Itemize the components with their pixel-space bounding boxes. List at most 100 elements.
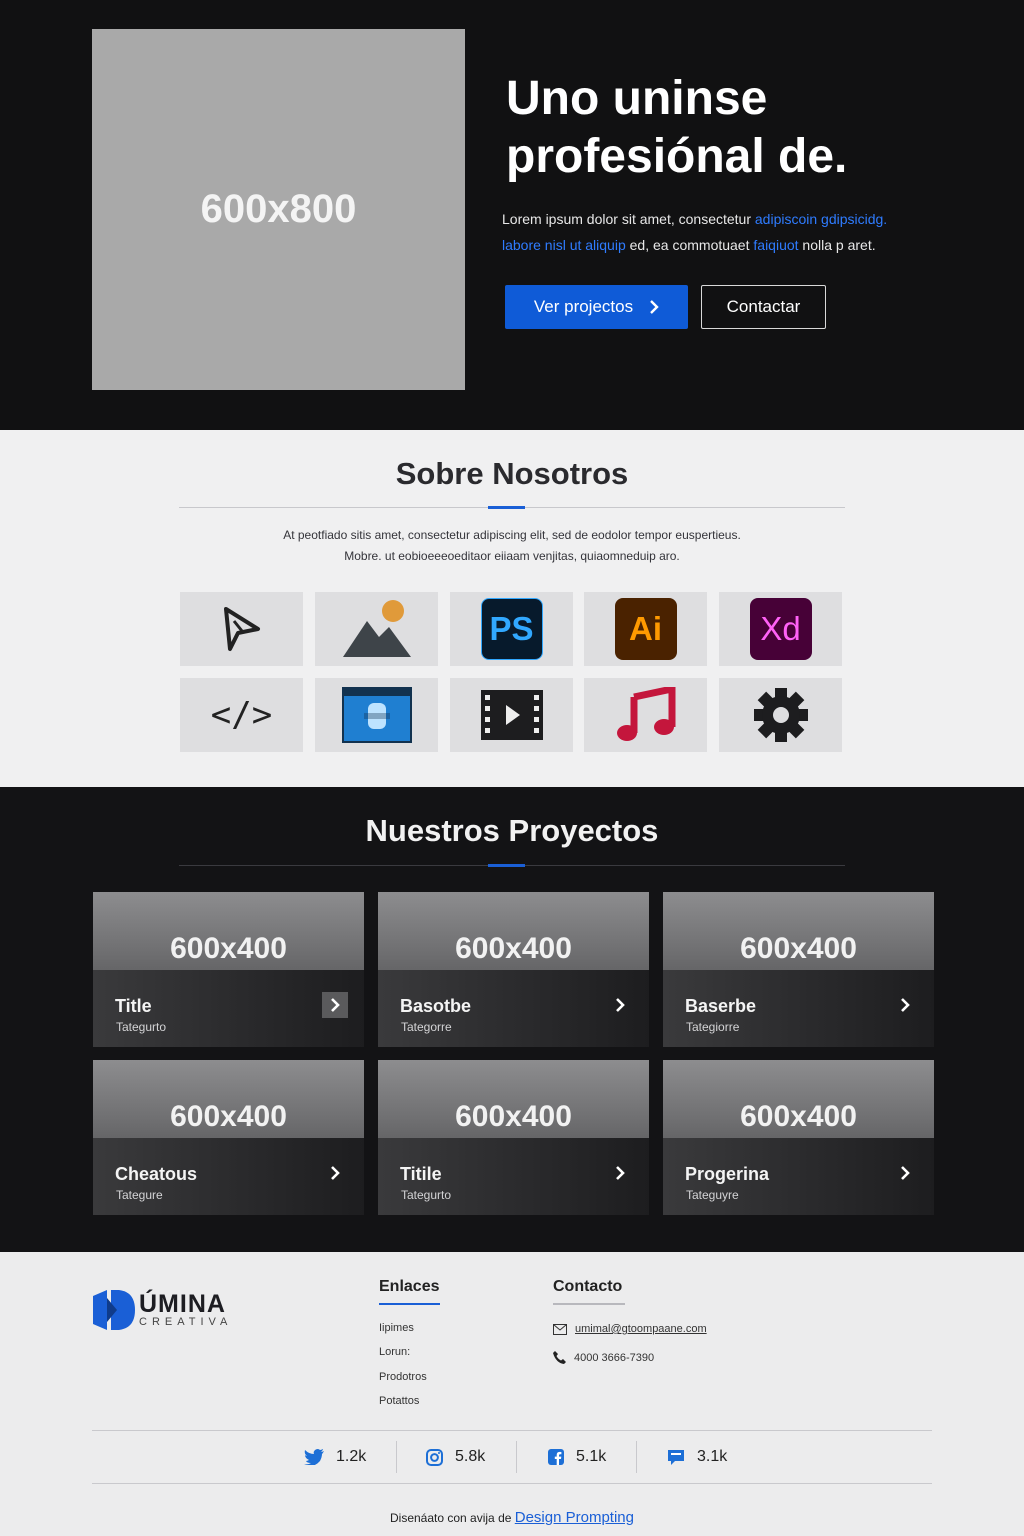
hero-text-link-3[interactable]: faiqiuot	[753, 237, 798, 253]
chevron-right-icon[interactable]	[322, 1160, 348, 1186]
twitter-icon	[304, 1449, 324, 1465]
chevron-right-icon[interactable]	[892, 1160, 918, 1186]
facebook-icon	[548, 1449, 564, 1465]
tool-tile-photoshop[interactable]: PS	[450, 592, 573, 666]
projects-divider	[179, 864, 845, 867]
hero-title-line2: profesiónal de.	[506, 130, 848, 183]
project-title: Titile	[400, 1164, 442, 1184]
hero-text-link-2[interactable]: labore nisl ut aliquip	[502, 237, 626, 253]
social-separator	[396, 1441, 397, 1473]
film-icon	[480, 690, 543, 740]
project-title: Progerina	[685, 1164, 770, 1184]
contact-heading-underline	[553, 1303, 625, 1305]
tool-tile-film[interactable]	[450, 678, 573, 752]
tool-tile-settings[interactable]	[719, 678, 842, 752]
project-category: Tategorre	[401, 1020, 452, 1034]
hero-text-3: nolla p aret.	[798, 237, 876, 253]
project-image-placeholder: 600x400	[455, 1100, 572, 1133]
project-title: Baserbe	[685, 996, 757, 1016]
social-twitter[interactable]: 1.2k	[304, 1448, 366, 1466]
twitter-count: 1.2k	[336, 1448, 367, 1465]
project-title: Title	[115, 996, 152, 1016]
projects-section: Nuestros Proyectos 600x400 Title Tategur…	[0, 787, 1024, 1252]
hero-image-placeholder: 600x800	[92, 29, 465, 390]
footer-link[interactable]: Prodotros	[379, 1371, 427, 1383]
project-category: Tategurto	[401, 1188, 452, 1202]
tool-tile-browser[interactable]	[315, 678, 438, 752]
project-card[interactable]: 600x400 Cheatous Tategure	[93, 1060, 364, 1215]
chevron-right-icon[interactable]	[607, 992, 633, 1018]
project-category: Tategure	[116, 1188, 163, 1202]
contact-email[interactable]: umimal@gtoompaane.com	[553, 1323, 707, 1335]
tool-tile-illustrator[interactable]: Ai	[584, 592, 707, 666]
chevron-right-icon[interactable]	[607, 1160, 633, 1186]
hero-text-2: ed, ea commotuaet	[625, 237, 754, 253]
project-card[interactable]: 600x400 Titile Tategurto	[378, 1060, 649, 1215]
logo-mark-icon	[93, 1290, 135, 1330]
project-card[interactable]: 600x400 Baserbe Tategiorre	[663, 892, 934, 1047]
view-projects-button[interactable]: Ver projectos	[505, 285, 688, 329]
links-heading: Enlaces	[379, 1278, 440, 1295]
hero-text-link-1[interactable]: adipiscoin gdipsicidg.	[755, 211, 887, 227]
social-separator	[636, 1441, 637, 1473]
about-section: Sobre Nosotros At peotfiado sitis amet, …	[0, 430, 1024, 787]
instagram-count: 5.8k	[455, 1448, 486, 1465]
project-card[interactable]: 600x400 Title Tategurto	[93, 892, 364, 1047]
hero-section: 600x800 Uno uninse profesiónal de. Lorem…	[0, 0, 1024, 430]
footer-link[interactable]: Potattos	[379, 1395, 419, 1407]
project-title: Basotbe	[400, 996, 472, 1016]
code-icon: </>	[210, 695, 273, 735]
hero-title-line1: Uno uninse	[506, 72, 768, 125]
project-title: Cheatous	[115, 1164, 198, 1184]
project-image-placeholder: 600x400	[170, 1100, 287, 1133]
social-facebook[interactable]: 5.1k	[548, 1448, 606, 1466]
contact-heading: Contacto	[553, 1278, 623, 1295]
project-card[interactable]: 600x400 Basotbe Tategorre	[378, 892, 649, 1047]
chevron-right-icon[interactable]	[322, 992, 348, 1018]
photoshop-icon: PS	[480, 598, 543, 660]
hero-text-1: Lorem ipsum dolor sit amet, consectetur	[502, 211, 755, 227]
links-heading-underline	[379, 1303, 440, 1305]
project-image-placeholder: 600x400	[740, 932, 857, 965]
credit-link[interactable]: Design Prompting	[515, 1509, 634, 1526]
project-card[interactable]: 600x400 Progerina Tateguyre	[663, 1060, 934, 1215]
gear-icon	[753, 688, 808, 742]
projects-title: Nuestros Proyectos	[365, 813, 659, 848]
footer-link[interactable]: Lorun:	[379, 1346, 410, 1358]
chevron-right-icon[interactable]	[892, 992, 918, 1018]
contact-phone[interactable]: 4000 3666-7390	[553, 1351, 654, 1364]
facebook-count: 5.1k	[576, 1448, 607, 1465]
social-chat[interactable]: 3.1k	[667, 1448, 727, 1466]
tool-tile-code[interactable]: </>	[180, 678, 303, 752]
social-instagram[interactable]: 5.8k	[426, 1448, 485, 1466]
social-separator	[516, 1441, 517, 1473]
tool-tile-music[interactable]	[584, 678, 707, 752]
logo-wordmark: ÚMINA	[139, 1290, 226, 1318]
instagram-icon	[426, 1448, 443, 1466]
brand-logo[interactable]: ÚMINA CREATIVA	[93, 1290, 232, 1330]
image-icon	[342, 600, 411, 657]
hero-image-label: 600x800	[200, 187, 357, 231]
chat-icon	[668, 1449, 684, 1465]
footer-divider-bottom	[92, 1483, 932, 1484]
tool-tile-pen[interactable]	[180, 592, 303, 666]
contact-button[interactable]: Contactar	[701, 285, 826, 329]
chat-count: 3.1k	[697, 1448, 728, 1465]
footer-divider-top	[92, 1430, 932, 1431]
xd-icon: Xd	[749, 598, 812, 660]
browser-window-icon	[341, 687, 412, 743]
footer: ÚMINA CREATIVA Enlaces Iipimes Lorun: Pr…	[0, 1252, 1024, 1536]
email-text: umimal@gtoompaane.com	[575, 1323, 707, 1335]
mail-icon	[553, 1323, 567, 1335]
footer-link[interactable]: Iipimes	[379, 1322, 414, 1334]
logo-subtitle: CREATIVA	[139, 1316, 233, 1328]
tool-tile-image[interactable]	[315, 592, 438, 666]
music-icon	[616, 687, 675, 741]
hero-description: Lorem ipsum dolor sit amet, consectetur …	[502, 206, 922, 258]
project-category: Tategurto	[116, 1020, 167, 1034]
about-text-line1: At peotfiado sitis amet, consectetur adi…	[283, 528, 741, 542]
project-image-placeholder: 600x400	[740, 1100, 857, 1133]
illustrator-icon: Ai	[614, 598, 677, 660]
project-category: Tategiorre	[686, 1020, 740, 1034]
tool-tile-xd[interactable]: Xd	[719, 592, 842, 666]
